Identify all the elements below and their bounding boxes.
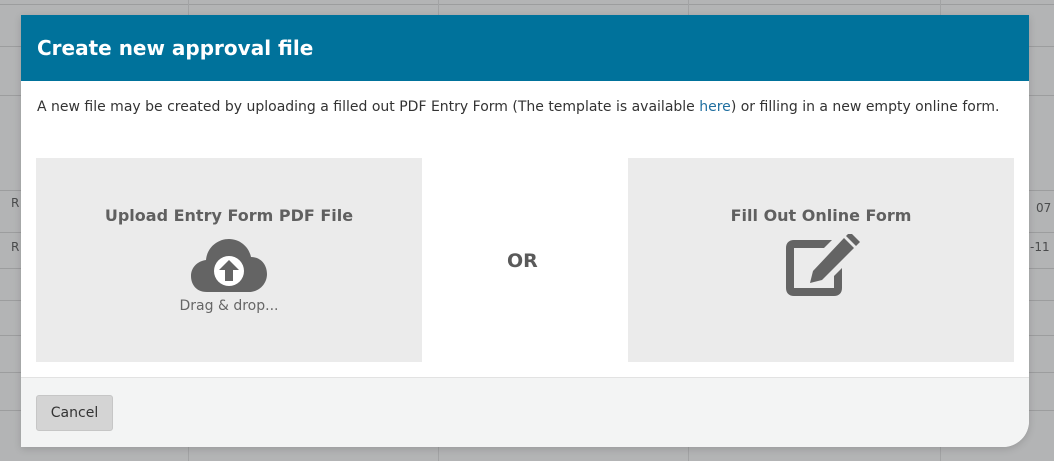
online-option-title: Fill Out Online Form	[730, 206, 912, 225]
edit-icon	[786, 234, 860, 296]
create-approval-file-dialog: Create new approval file A new file may …	[21, 15, 1029, 447]
intro-text-end: ) or filling in a new empty online form.	[730, 99, 1000, 115]
dialog-intro-text: A new file may be created by uploading a…	[37, 97, 1017, 118]
bg-cell-fragment: -11	[1030, 240, 1050, 254]
bg-cell-fragment: R	[11, 196, 20, 210]
dialog-footer: Cancel	[21, 377, 1029, 447]
fill-online-form-option[interactable]: Fill Out Online Form	[628, 158, 1014, 362]
dialog-title: Create new approval file	[37, 36, 314, 60]
drag-drop-hint: Drag & drop...	[179, 298, 279, 314]
bg-cell-fragment: 07	[1036, 201, 1052, 215]
cloud-upload-icon	[191, 239, 267, 292]
upload-option-title: Upload Entry Form PDF File	[104, 206, 354, 225]
upload-pdf-dropzone[interactable]: Upload Entry Form PDF File Drag & drop..…	[36, 158, 422, 362]
or-separator: OR	[507, 250, 538, 272]
bg-cell-fragment: R	[11, 240, 20, 254]
bg-row-line	[0, 4, 1054, 5]
template-link[interactable]: here	[699, 99, 731, 115]
dialog-header: Create new approval file	[21, 15, 1029, 81]
cancel-button[interactable]: Cancel	[36, 395, 113, 431]
intro-text-start: A new file may be created by uploading a…	[37, 99, 700, 115]
